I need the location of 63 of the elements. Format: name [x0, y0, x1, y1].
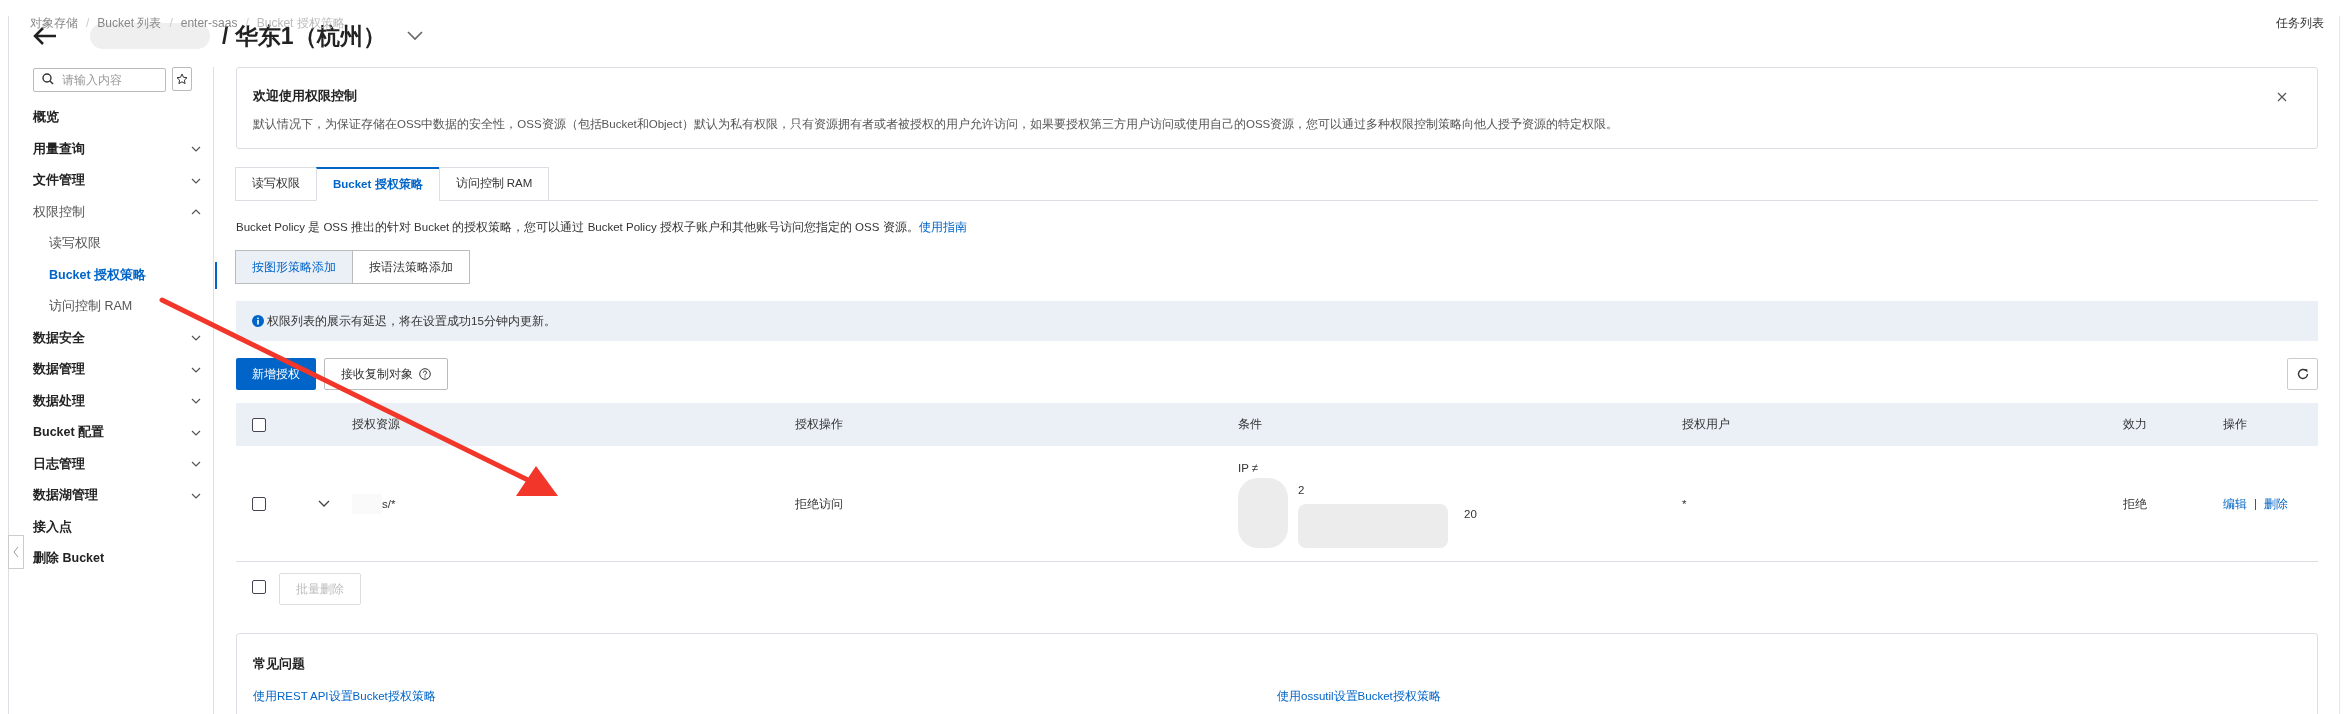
- sidebar-item[interactable]: Bucket 授权策略: [0, 259, 215, 291]
- table-cell: 拒绝访问: [795, 497, 843, 510]
- column-header: 授权操作: [795, 418, 843, 431]
- sidebar-item[interactable]: 删除 Bucket: [0, 543, 215, 575]
- table-cell-text: 20: [1464, 507, 1477, 523]
- add-button[interactable]: 新增授权: [236, 358, 316, 391]
- sidebar-item[interactable]: 概览: [0, 102, 215, 134]
- receive-button[interactable]: 接收复制对象: [324, 358, 448, 391]
- sidebar-item[interactable]: 数据安全: [0, 322, 215, 354]
- sidebar-item[interactable]: 读写权限: [0, 228, 215, 260]
- sidebar-item[interactable]: 文件管理: [0, 165, 215, 197]
- checkbox[interactable]: [252, 417, 266, 432]
- sidebar-item[interactable]: 访问控制 RAM: [0, 291, 215, 323]
- banner-text: 默认情况下，为保证存储在OSS中数据的安全性，OSS资源（包括Bucket和Object）默认为私有权限，只有资源拥有者或者被授权的用户允许访问，如果要授权第三方用户访问或使用自己的OSS资源，您可以通过多种权限控制策略向他人授予资源的特定权限。: [253, 116, 1619, 132]
- sidebar-item[interactable]: 接入点: [0, 511, 215, 543]
- mode-button[interactable]: 按图形策略添加: [235, 250, 353, 285]
- chevron-left-icon: [13, 546, 19, 558]
- column-header: 条件: [1238, 418, 1262, 431]
- favorite-button[interactable]: [172, 67, 192, 91]
- help-icon: [419, 368, 431, 381]
- column-header: 效力: [2123, 418, 2147, 431]
- faq-link[interactable]: 使用ossutil设置Bucket授权策略: [1277, 689, 1441, 702]
- tab[interactable]: 读写权限: [235, 167, 317, 201]
- sidebar-item[interactable]: Bucket 配置: [0, 417, 215, 449]
- chevron-down-icon[interactable]: [318, 500, 330, 509]
- sidebar-item[interactable]: 用量查询: [0, 133, 215, 165]
- table-cell: 拒绝: [2123, 497, 2147, 510]
- column-header: 授权用户: [1682, 418, 1730, 431]
- banner-title: 欢迎使用权限控制: [253, 87, 357, 105]
- sidebar-item[interactable]: 数据管理: [0, 354, 215, 386]
- refresh-button[interactable]: [2287, 358, 2318, 391]
- guide-link[interactable]: 使用指南: [918, 219, 967, 237]
- search-icon: [42, 73, 54, 85]
- faq-link[interactable]: 使用REST API设置Bucket授权策略: [253, 689, 436, 702]
- sidebar-item[interactable]: 数据处理: [0, 385, 215, 417]
- sidebar-item[interactable]: 权限控制: [0, 196, 215, 228]
- sidebar-item[interactable]: 日志管理: [0, 448, 215, 480]
- column-header: 操作: [2223, 418, 2247, 431]
- breadcrumb-separator: /: [169, 15, 173, 32]
- mode-button[interactable]: 按语法策略添加: [352, 250, 470, 285]
- delete-link[interactable]: 删除: [2264, 495, 2288, 513]
- chevron-down-icon[interactable]: [405, 30, 424, 42]
- tab[interactable]: 访问控制 RAM: [438, 167, 550, 201]
- description-text: Bucket Policy 是 OSS 推出的针对 Bucket 的授权策略，您可以通过 Bucket Policy 授权子账户和其他账号访问您指定的 OSS 资源。: [236, 220, 919, 235]
- checkbox[interactable]: [252, 497, 266, 512]
- breadcrumb-link[interactable]: 对象存储: [30, 14, 78, 32]
- edit-link[interactable]: 编辑: [2223, 495, 2247, 513]
- sidebar-item[interactable]: 数据湖管理: [0, 480, 215, 512]
- breadcrumb-separator: /: [86, 15, 90, 32]
- tab[interactable]: Bucket 授权策略: [316, 167, 440, 201]
- column-header: 授权资源: [352, 418, 400, 431]
- star-icon: [176, 73, 188, 85]
- table-cell-text: s/*: [382, 496, 396, 512]
- info-icon: [252, 315, 264, 328]
- table-cell-text: IP ≠: [1238, 461, 1259, 477]
- table-cell: *: [1682, 497, 1687, 510]
- notice-text: 权限列表的展示有延迟，将在设置成功15分钟内更新。: [267, 313, 556, 329]
- close-icon[interactable]: [2277, 92, 2287, 102]
- table-cell-text: 2: [1298, 483, 1305, 499]
- task-list-link[interactable]: 任务列表: [2276, 14, 2324, 32]
- search-field[interactable]: 请输入内容: [33, 68, 166, 92]
- faq-title: 常见问题: [253, 655, 305, 674]
- refresh-icon: [2296, 368, 2309, 381]
